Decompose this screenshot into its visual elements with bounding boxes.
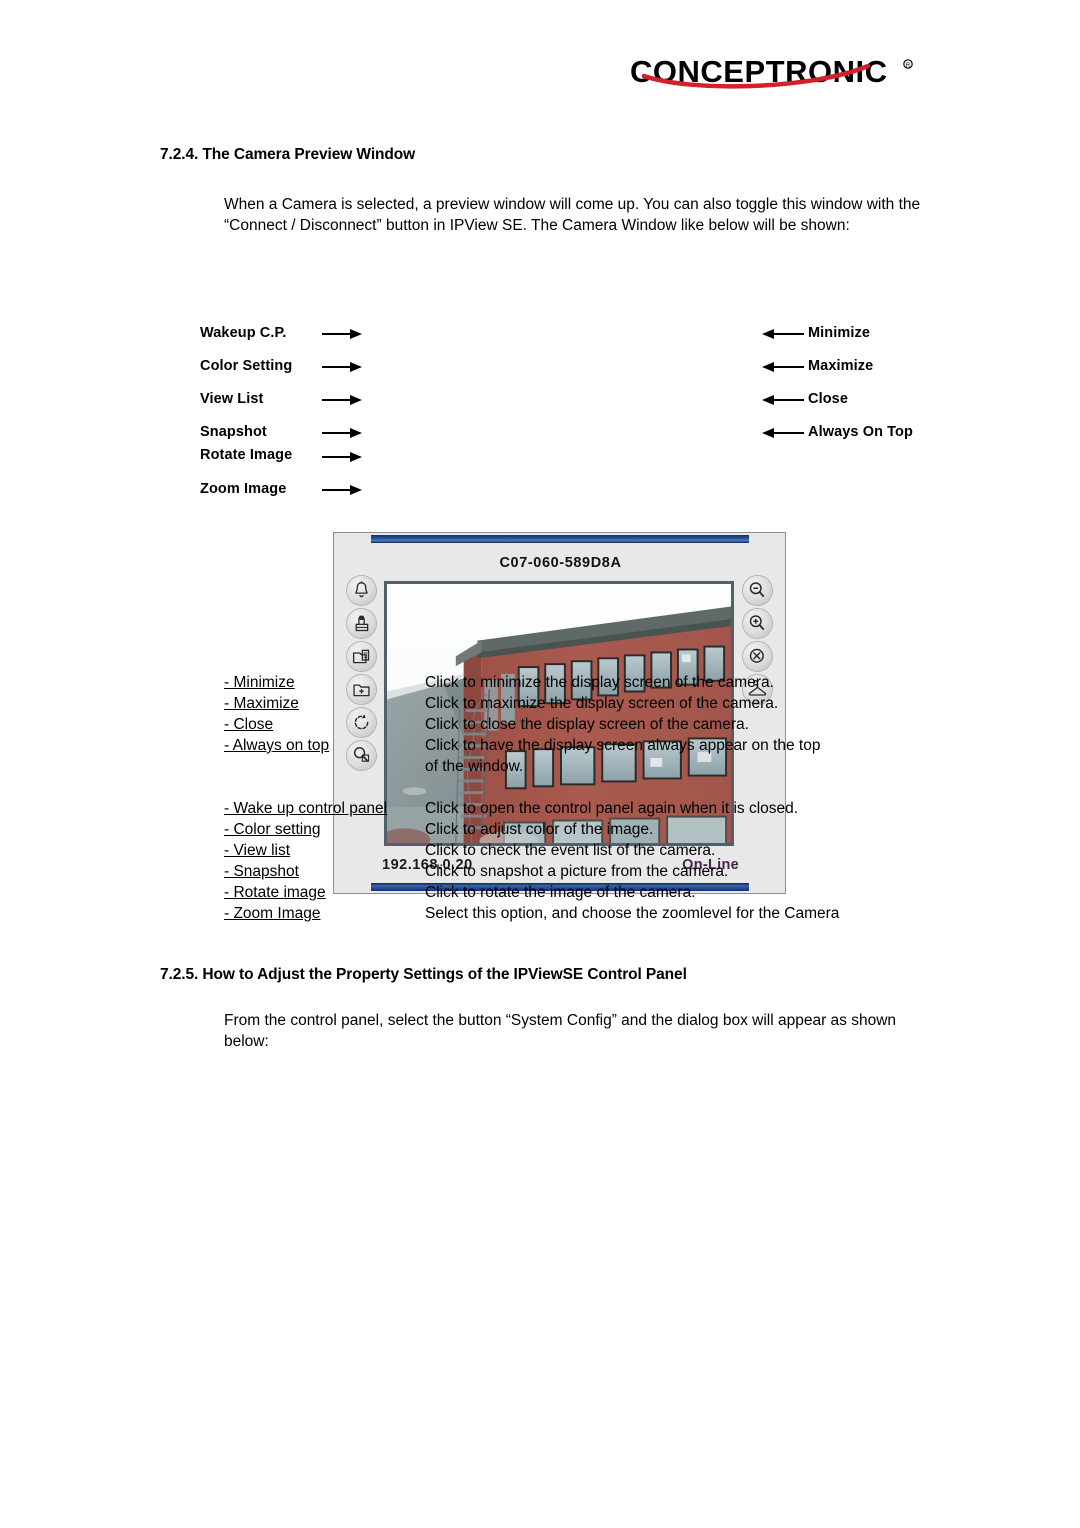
callout-label-rotate-image: Rotate Image — [200, 447, 293, 463]
leader-line-rotate-image — [322, 452, 362, 462]
camera-window-title: C07-060-589D8A — [499, 555, 622, 571]
term-maximize: - Maximize — [224, 695, 299, 712]
callout-label-minimize: Minimize — [808, 325, 871, 341]
list-item: - Wake up control panel Click to open th… — [224, 798, 944, 819]
desc-wake-up-control-panel: Click to open the control panel again wh… — [425, 800, 799, 817]
desc-close: Click to close the display screen of the… — [425, 716, 749, 733]
list-item: - Color setting Click to adjust color of… — [224, 819, 944, 840]
camera-window-diagram: Wakeup C.P. Color Setting View List Snap… — [0, 262, 1080, 894]
leader-line-color-setting — [322, 362, 362, 372]
leader-line-close — [762, 395, 804, 405]
desc-zoom-image: Select this option, and choose the zooml… — [425, 905, 840, 922]
list-item: - Close Click to close the display scree… — [224, 714, 944, 735]
callout-label-view-list: View List — [200, 391, 264, 407]
list-item-continuation: of the window. — [224, 756, 944, 777]
leader-line-wakeup-cp — [322, 329, 362, 339]
list-item: - Maximize Click to maximize the display… — [224, 693, 944, 714]
list-item: - Always on top Click to have the displa… — [224, 735, 944, 756]
term-snapshot: - Snapshot — [224, 863, 299, 880]
term-zoom-image: - Zoom Image — [224, 905, 321, 922]
leader-line-snapshot — [322, 428, 362, 438]
leader-line-view-list — [322, 395, 362, 405]
callout-label-close: Close — [808, 391, 848, 407]
desc-always-on-top-line2: of the window. — [425, 758, 524, 775]
color-setting-icon[interactable] — [347, 609, 376, 638]
callout-label-wakeup-cp: Wakeup C.P. — [200, 325, 287, 341]
desc-view-list: Click to check the event list of the cam… — [425, 842, 716, 859]
view-list-icon[interactable] — [347, 642, 376, 671]
conceptronic-logo: CONCEPTRONIC R — [630, 52, 920, 92]
list-item: - Snapshot Click to snapshot a picture f… — [224, 861, 944, 882]
zoom-out-icon[interactable] — [743, 576, 772, 605]
term-rotate-image: - Rotate image — [224, 884, 326, 901]
heading-camera-preview-window: 7.2.4. The Camera Preview Window — [160, 146, 416, 163]
term-close: - Close — [224, 716, 274, 733]
callout-label-zoom-image: Zoom Image — [200, 481, 287, 497]
callout-label-color-setting: Color Setting — [200, 358, 293, 374]
window-titlebar-accent — [371, 535, 749, 543]
leader-line-always-on-top — [762, 428, 804, 438]
term-always-on-top: - Always on top — [224, 737, 330, 754]
leader-line-minimize — [762, 329, 804, 339]
list-item: - Rotate image Click to rotate the image… — [224, 882, 944, 903]
list-item: - Zoom Image Select this option, and cho… — [224, 903, 944, 924]
desc-maximize: Click to maximize the display screen of … — [425, 695, 779, 712]
term-view-list: - View list — [224, 842, 291, 859]
zoom-in-icon[interactable] — [743, 609, 772, 638]
desc-minimize: Click to minimize the display screen of … — [425, 674, 774, 691]
paragraph-camera-preview-intro: When a Camera is selected, a preview win… — [224, 196, 921, 234]
callout-label-snapshot: Snapshot — [200, 424, 267, 440]
desc-always-on-top: Click to have the display screen always … — [425, 737, 821, 754]
leader-line-zoom-image — [322, 485, 362, 495]
paragraph-property-settings-intro: From the control panel, select the butto… — [224, 1012, 897, 1050]
callout-label-maximize: Maximize — [808, 358, 874, 374]
svg-text:R: R — [906, 63, 911, 69]
leader-line-maximize — [762, 362, 804, 372]
term-color-setting: - Color setting — [224, 821, 321, 838]
close-circle-icon[interactable] — [743, 642, 772, 671]
term-wake-up-control-panel: - Wake up control panel — [224, 800, 388, 817]
desc-color-setting: Click to adjust color of the image. — [425, 821, 654, 838]
term-minimize: - Minimize — [224, 674, 295, 691]
heading-property-settings: 7.2.5. How to Adjust the Property Settin… — [160, 966, 687, 983]
desc-rotate-image: Click to rotate the image of the camera. — [425, 884, 696, 901]
list-item: - Minimize Click to minimize the display… — [224, 672, 944, 693]
bell-icon[interactable] — [347, 576, 376, 605]
desc-snapshot: Click to snapshot a picture from the cam… — [425, 863, 729, 880]
list-item: - View list Click to check the event lis… — [224, 840, 944, 861]
callout-label-always-on-top: Always On Top — [808, 424, 913, 440]
button-description-list: - Minimize Click to minimize the display… — [224, 672, 944, 924]
document-page: CONCEPTRONIC R 7.2.4. The Camera Preview… — [0, 0, 1080, 1528]
